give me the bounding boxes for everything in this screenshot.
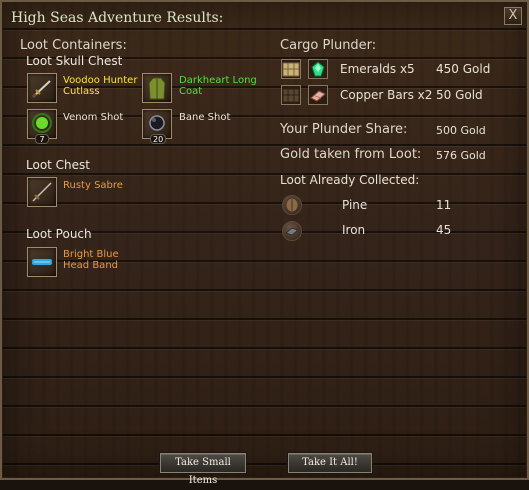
cargo-heading: Cargo Plunder:: [280, 38, 377, 53]
item-name: Rusty Sabre: [63, 180, 123, 191]
emerald-icon: [308, 59, 328, 79]
loot-slot[interactable]: 20: [142, 109, 172, 144]
gold-taken-value: 576 Gold: [436, 149, 486, 162]
cargo-item-name: Copper Bars x2: [340, 88, 433, 102]
title-bar[interactable]: High Seas Adventure Results: X: [2, 2, 527, 32]
collected-item-name: Pine: [342, 198, 368, 212]
chest-title: Loot Chest: [26, 158, 91, 172]
cargo-item-value: 450 Gold: [436, 62, 491, 76]
coat-icon: [148, 77, 166, 100]
quantity-badge: 20: [150, 134, 167, 144]
collected-item-value: 11: [436, 198, 452, 212]
pouch-title: Loot Pouch: [26, 227, 92, 241]
plunder-share-value: 500 Gold: [436, 124, 486, 137]
iron-icon: [282, 221, 302, 241]
copper-bar-icon: [308, 85, 328, 105]
loot-slot[interactable]: [27, 247, 57, 277]
skull-chest-title: Loot Skull Chest: [26, 54, 123, 68]
sabre-icon: [32, 182, 52, 202]
take-small-items-button[interactable]: Take Small Items: [160, 453, 246, 486]
cutlass-icon: [31, 80, 51, 99]
results-window: High Seas Adventure Results: X Loot Cont…: [0, 0, 529, 486]
close-button[interactable]: X: [504, 7, 522, 25]
item-name: Venom Shot: [63, 112, 124, 123]
collected-item-name: Iron: [342, 223, 366, 237]
take-it-all-button[interactable]: Take It All!: [288, 453, 372, 473]
item-name: Darkheart Long Coat: [179, 75, 257, 97]
loot-slot[interactable]: [27, 73, 57, 103]
collected-item-value: 45: [436, 223, 452, 237]
plunder-share-label: Your Plunder Share:: [280, 122, 408, 137]
window-title: High Seas Adventure Results:: [11, 10, 224, 26]
loot-containers-heading: Loot Containers:: [20, 38, 127, 53]
loot-slot[interactable]: [27, 177, 57, 207]
item-name: Bright Blue Head Band: [63, 249, 119, 271]
crate-icon: [281, 85, 301, 105]
loot-slot[interactable]: 7: [27, 109, 57, 144]
pine-icon: [282, 195, 302, 215]
item-name: Bane Shot: [179, 112, 231, 123]
headband-icon: [32, 259, 52, 265]
cargo-item-value: 50 Gold: [436, 88, 483, 102]
cargo-item-name: Emeralds x5: [340, 62, 415, 76]
gold-taken-label: Gold taken from Loot:: [280, 147, 422, 162]
loot-slot[interactable]: [142, 73, 172, 103]
crate-icon: [281, 59, 301, 79]
collected-heading: Loot Already Collected:: [280, 173, 420, 187]
item-name: Voodoo Hunter Cutlass: [63, 75, 138, 97]
quantity-badge: 7: [35, 134, 49, 144]
